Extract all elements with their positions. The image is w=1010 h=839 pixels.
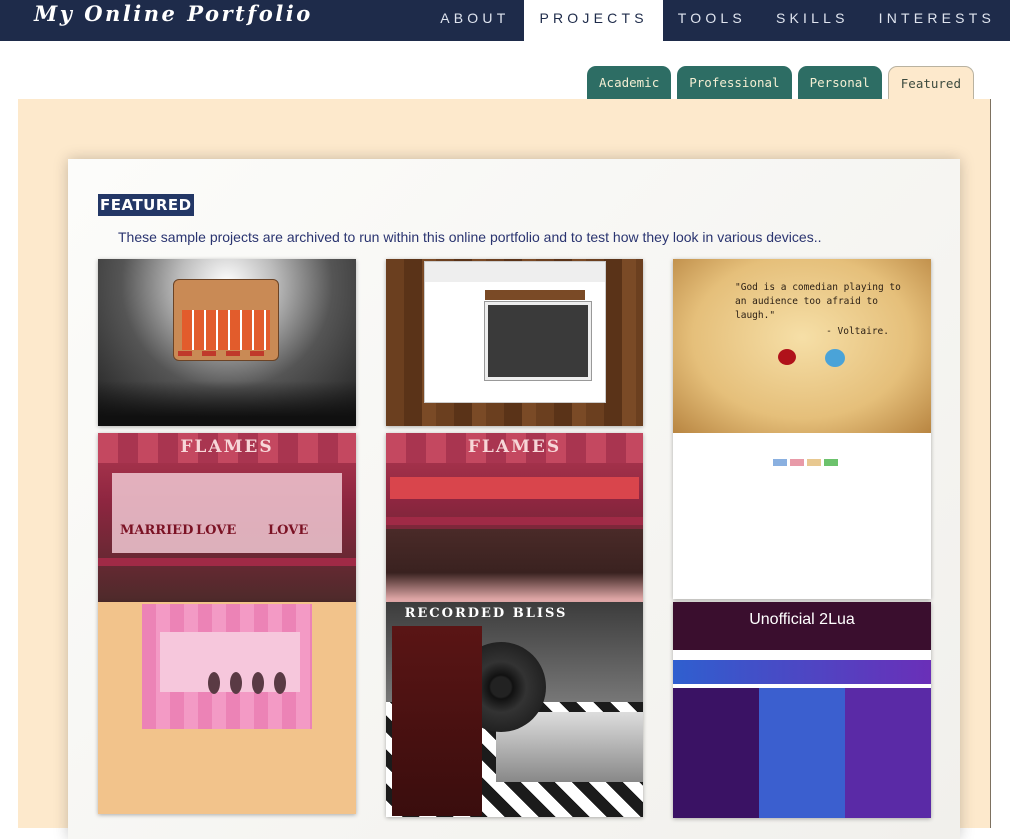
simon-button: [226, 351, 240, 356]
flames-input-form: [390, 477, 639, 499]
quote-text: "God is a comedian playing to an audienc…: [735, 282, 901, 321]
lua-header: Unofficial 2Lua: [673, 602, 931, 650]
lua-game-info-panel: [673, 688, 759, 818]
project-thumbnail-recorded-bliss[interactable]: RECORDED BLISS: [386, 602, 643, 817]
jewelry-page-preview: [142, 604, 312, 729]
audio-player-column: [392, 626, 482, 816]
hardware-welcome-bar: [485, 290, 585, 300]
flames-result-3: LOVE: [268, 523, 309, 538]
tab-personal[interactable]: Personal: [797, 66, 882, 99]
top-navigation-bar: My Online Portfolio ABOUT PROJECTS TOOLS…: [0, 0, 1010, 41]
lua-team-1-panel: [759, 688, 845, 818]
featured-card: FEATURED These sample projects are archi…: [68, 159, 960, 839]
hardware-banner-image: [425, 262, 605, 282]
control-swatch: [824, 459, 838, 466]
featured-heading: FEATURED: [98, 194, 194, 216]
control-swatch: [773, 459, 787, 466]
site-brand[interactable]: My Online Portfolio: [34, 0, 313, 28]
nav-item-tools[interactable]: TOOLS: [663, 0, 761, 41]
concert-crowd-image: [98, 381, 356, 426]
recorded-bliss-title: RECORDED BLISS: [404, 606, 568, 621]
nav-item-skills[interactable]: SKILLS: [761, 0, 864, 41]
main-nav: ABOUT PROJECTS TOOLS SKILLS INTERESTS: [425, 0, 1010, 41]
projects-panel: FEATURED These sample projects are archi…: [18, 99, 991, 839]
flames-title: FLAMES: [180, 437, 274, 457]
earring-image: [230, 672, 242, 694]
earring-image: [208, 672, 220, 694]
earring-image: [252, 672, 264, 694]
control-swatch: [807, 459, 821, 466]
hearts-background-image: [386, 529, 643, 602]
tab-professional[interactable]: Professional: [677, 66, 792, 99]
featured-intro-text: These sample projects are archived to ru…: [118, 229, 822, 245]
project-thumbnail-2lua[interactable]: Unofficial 2Lua: [673, 602, 931, 818]
flames-footer-bar: [98, 558, 356, 566]
lua-team-2-panel: [845, 688, 931, 818]
nav-item-about[interactable]: ABOUT: [425, 0, 524, 41]
control-swatch: [790, 459, 804, 466]
flames-result-box: [112, 473, 342, 553]
wax-seal-icon: [778, 349, 796, 365]
lua-info-strip: [673, 660, 931, 684]
jewelry-showcase: [160, 632, 300, 694]
earring-image: [274, 672, 286, 694]
project-thumbnail-hardware-site[interactable]: [386, 259, 643, 426]
lua-title: Unofficial 2Lua: [749, 611, 855, 628]
nav-item-interests[interactable]: INTERESTS: [864, 0, 1010, 41]
simon-device-image: [173, 279, 279, 361]
parchment-scroll-image: "God is a comedian playing to an audienc…: [673, 259, 931, 433]
tab-academic[interactable]: Academic: [587, 66, 672, 99]
flames-result-2: LOVE: [196, 523, 237, 538]
project-thumbnail-simon-game[interactable]: [98, 259, 356, 426]
game-controls-preview: [773, 459, 838, 466]
twitter-bird-icon: [825, 349, 845, 367]
simon-button-row: [178, 351, 264, 356]
project-thumbnail-jewelry-site[interactable]: [98, 602, 356, 814]
project-category-tabs: Academic Professional Personal Featured: [587, 66, 974, 100]
tab-featured[interactable]: Featured: [887, 66, 974, 100]
flames-footer-bar: [386, 517, 643, 525]
voltaire-quote: "God is a comedian playing to an audienc…: [735, 281, 905, 339]
flames-title: FLAMES: [467, 437, 562, 457]
nav-item-projects[interactable]: PROJECTS: [524, 0, 663, 41]
flames-header: FLAMES: [386, 433, 643, 463]
simon-grid-image: [182, 310, 270, 350]
project-thumbnail-quote-machine[interactable]: "God is a comedian playing to an audienc…: [673, 259, 931, 599]
hardware-page-preview: [424, 261, 606, 403]
simon-button: [250, 351, 264, 356]
flames-result-1: MARRIED: [120, 523, 194, 538]
hardware-store-photo: [484, 301, 592, 381]
simon-button: [178, 351, 192, 356]
quote-author: - Voltaire.: [826, 326, 889, 337]
project-thumbnail-flames-result[interactable]: FLAMES MARRIED LOVE LOVE: [98, 433, 356, 602]
simon-button: [202, 351, 216, 356]
flames-header: FLAMES: [98, 433, 356, 463]
project-thumbnail-flames-input[interactable]: FLAMES: [386, 433, 643, 602]
